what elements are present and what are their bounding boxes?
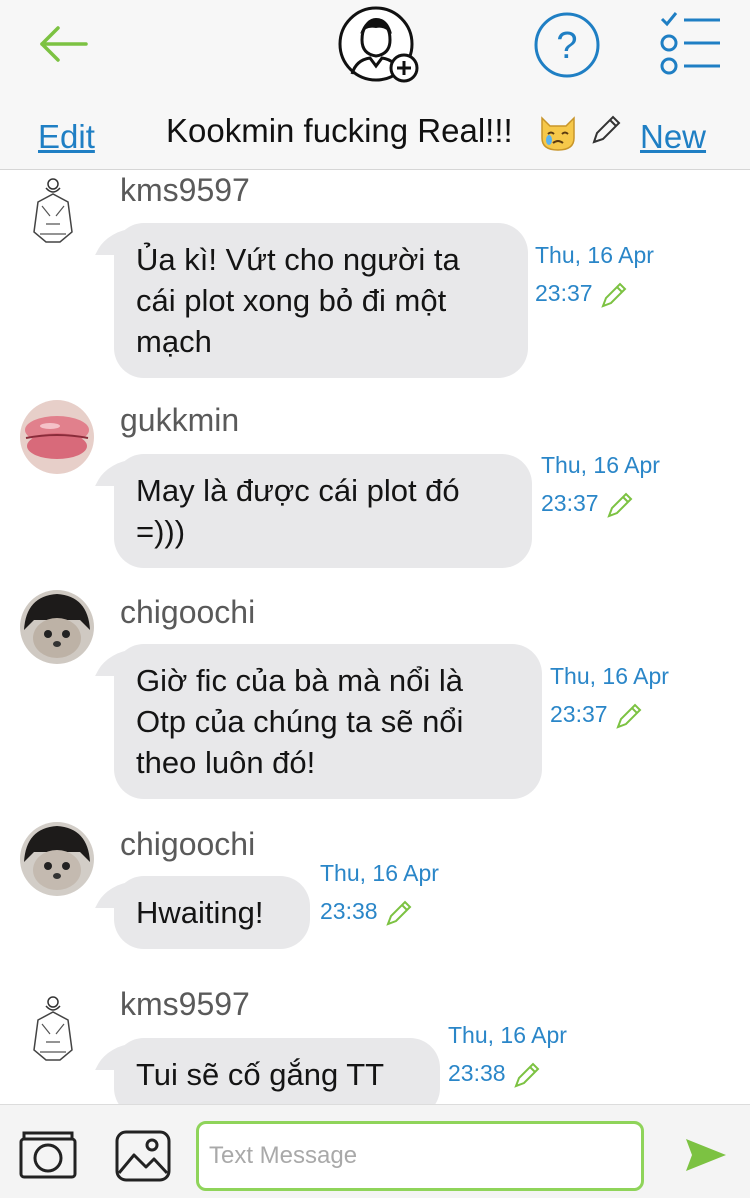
chat-header: ? Edit Kookmin fucking Real!!! New xyxy=(0,0,750,170)
add-participant-button[interactable] xyxy=(336,4,422,86)
edit-message-pencil-icon[interactable] xyxy=(599,280,629,310)
send-icon xyxy=(686,1139,726,1171)
sender-name: gukkmin xyxy=(120,402,240,438)
message-time: 23:37 xyxy=(550,701,608,727)
help-button[interactable]: ? xyxy=(532,10,602,80)
avatar[interactable] xyxy=(20,822,94,896)
edit-title-pencil-icon[interactable] xyxy=(588,112,624,148)
composer-bar xyxy=(0,1104,750,1198)
avatar[interactable] xyxy=(20,590,94,664)
camera-icon xyxy=(19,1131,77,1179)
back-arrow-icon xyxy=(40,26,88,62)
message-date: Thu, 16 Apr xyxy=(541,452,660,478)
message-time: 23:37 xyxy=(541,490,599,516)
edit-message-pencil-icon[interactable] xyxy=(605,490,635,520)
sender-name: kms9597 xyxy=(120,172,250,208)
message-input[interactable] xyxy=(196,1121,644,1191)
gallery-button[interactable] xyxy=(114,1129,172,1183)
sender-name: kms9597 xyxy=(120,986,250,1022)
message-date: Thu, 16 Apr xyxy=(550,663,669,689)
message-timestamp: Thu, 16 Apr 23:38 xyxy=(448,1016,567,1092)
gallery-icon xyxy=(115,1130,171,1182)
edit-message-pencil-icon[interactable] xyxy=(384,898,414,928)
message-bubble[interactable]: Hwaiting! xyxy=(114,876,310,949)
back-button[interactable] xyxy=(36,22,92,66)
message-time: 23:37 xyxy=(535,280,593,306)
message-date: Thu, 16 Apr xyxy=(535,242,654,268)
message-timestamp: Thu, 16 Apr 23:37 xyxy=(550,657,669,733)
chat-title: Kookmin fucking Real!!! xyxy=(166,112,513,149)
help-icon: ? xyxy=(534,12,600,78)
sender-name: chigoochi xyxy=(120,826,256,862)
avatar[interactable] xyxy=(20,172,86,246)
camera-button[interactable] xyxy=(18,1129,78,1181)
avatar[interactable] xyxy=(20,990,86,1064)
tasks-button[interactable] xyxy=(658,10,724,76)
message-time: 23:38 xyxy=(448,1060,506,1086)
message-timestamp: Thu, 16 Apr 23:38 xyxy=(320,854,439,930)
message-date: Thu, 16 Apr xyxy=(320,860,439,886)
add-contact-icon xyxy=(338,6,419,83)
send-button[interactable] xyxy=(684,1135,728,1175)
new-link[interactable]: New xyxy=(640,118,706,156)
message-bubble[interactable]: Giờ fic của bà mà nổi là Otp của chúng t… xyxy=(114,644,542,799)
message-time: 23:38 xyxy=(320,898,378,924)
crying-cat-emoji-icon xyxy=(541,116,575,151)
edit-message-pencil-icon[interactable] xyxy=(614,701,644,731)
sender-name: chigoochi xyxy=(120,594,256,630)
message-bubble[interactable]: May là được cái plot đó =))) xyxy=(114,454,532,568)
edit-link[interactable]: Edit xyxy=(38,118,95,156)
message-bubble[interactable]: Ủa kì! Vứt cho người ta cái plot xong bỏ… xyxy=(114,223,528,378)
message-timestamp: Thu, 16 Apr 23:37 xyxy=(535,236,654,312)
avatar[interactable] xyxy=(20,400,94,474)
message-timestamp: Thu, 16 Apr 23:37 xyxy=(541,446,660,522)
edit-message-pencil-icon[interactable] xyxy=(512,1060,542,1090)
svg-text:?: ? xyxy=(556,25,577,67)
message-date: Thu, 16 Apr xyxy=(448,1022,567,1048)
checklist-icon xyxy=(660,12,720,75)
